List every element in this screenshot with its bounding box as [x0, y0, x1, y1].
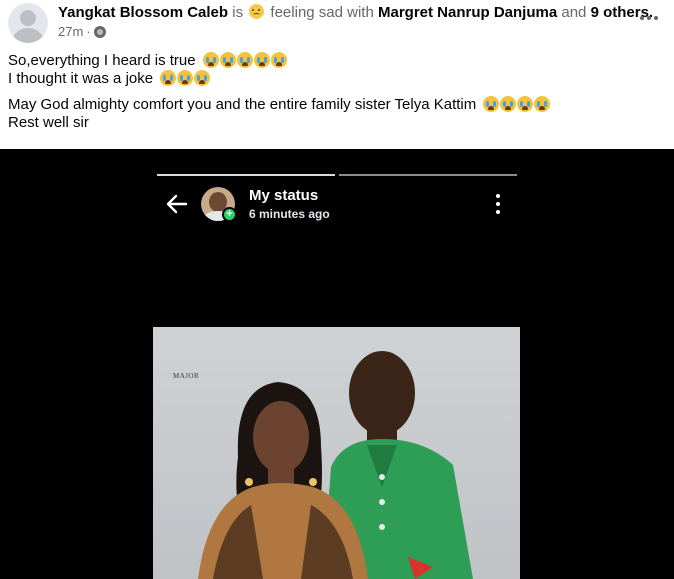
crying-emoji-icon — [236, 52, 253, 68]
crying-emoji-icon — [219, 52, 236, 68]
crying-emoji-icon — [534, 96, 551, 112]
shared-status-screenshot[interactable]: + My status 6 minutes ago MAJOR — [0, 149, 674, 579]
couple-photo: MAJOR — [153, 327, 520, 579]
post-line: May God almighty comfort you and the ent… — [8, 96, 648, 114]
post-headline: Yangkat Blossom Caleb is feeling sad wit… — [58, 4, 653, 22]
globe-icon[interactable] — [93, 26, 106, 38]
avatar-body — [13, 28, 43, 43]
back-arrow-icon[interactable] — [166, 194, 188, 214]
dot-icon — [496, 194, 500, 198]
dot-icon — [647, 16, 651, 20]
author-name[interactable]: Yangkat Blossom Caleb — [58, 4, 228, 21]
sad-emoji-icon — [249, 4, 265, 19]
crying-emoji-icon — [194, 70, 211, 86]
status-menu-icon[interactable] — [494, 194, 502, 214]
post-line-text: Rest well sir — [8, 114, 89, 131]
status-progress-segment — [339, 174, 517, 176]
crying-emoji-icon — [202, 52, 219, 68]
crying-emoji-icon — [160, 70, 177, 86]
tagged-person[interactable]: Margret Nanrup Danjuma — [378, 4, 557, 21]
dot-icon — [496, 202, 500, 206]
post-line: I thought it was a joke — [8, 70, 648, 88]
add-status-icon[interactable]: + — [222, 207, 237, 222]
more-options-button[interactable] — [636, 8, 662, 28]
post-text: So,everything I heard is true I thought … — [8, 52, 648, 132]
status-title: My status — [249, 187, 319, 204]
author-avatar[interactable] — [8, 3, 48, 43]
and-text: and — [561, 4, 587, 21]
crying-emoji-icon — [270, 52, 287, 68]
post-line-text: May God almighty comfort you and the ent… — [8, 96, 477, 113]
post-line-text: So,everything I heard is true — [8, 52, 196, 69]
crying-emoji-icon — [177, 70, 194, 86]
status-time: 6 minutes ago — [249, 207, 330, 221]
feeling-text: feeling sad with — [270, 4, 374, 21]
post-line: Rest well sir — [8, 114, 648, 132]
crying-emoji-group — [160, 70, 211, 86]
post-meta: 27m · — [58, 24, 106, 40]
crying-emoji-group — [483, 96, 551, 112]
post-line: So,everything I heard is true — [8, 52, 648, 70]
status-progress-segment — [157, 174, 335, 176]
dot-icon — [496, 210, 500, 214]
crying-emoji-icon — [517, 96, 534, 112]
avatar-head — [20, 10, 36, 26]
crying-emoji-icon — [500, 96, 517, 112]
post-line-text: I thought it was a joke — [8, 70, 154, 87]
post-time[interactable]: 27m — [58, 24, 83, 40]
crying-emoji-icon — [483, 96, 500, 112]
post-header: Yangkat Blossom Caleb is feeling sad wit… — [0, 0, 674, 44]
couple-illustration — [198, 351, 473, 579]
separator-dot: · — [86, 24, 91, 39]
crying-emoji-icon — [253, 52, 270, 68]
is-text: is — [232, 4, 244, 21]
dot-icon — [654, 16, 658, 20]
dot-icon — [640, 16, 644, 20]
crying-emoji-group — [202, 52, 287, 68]
